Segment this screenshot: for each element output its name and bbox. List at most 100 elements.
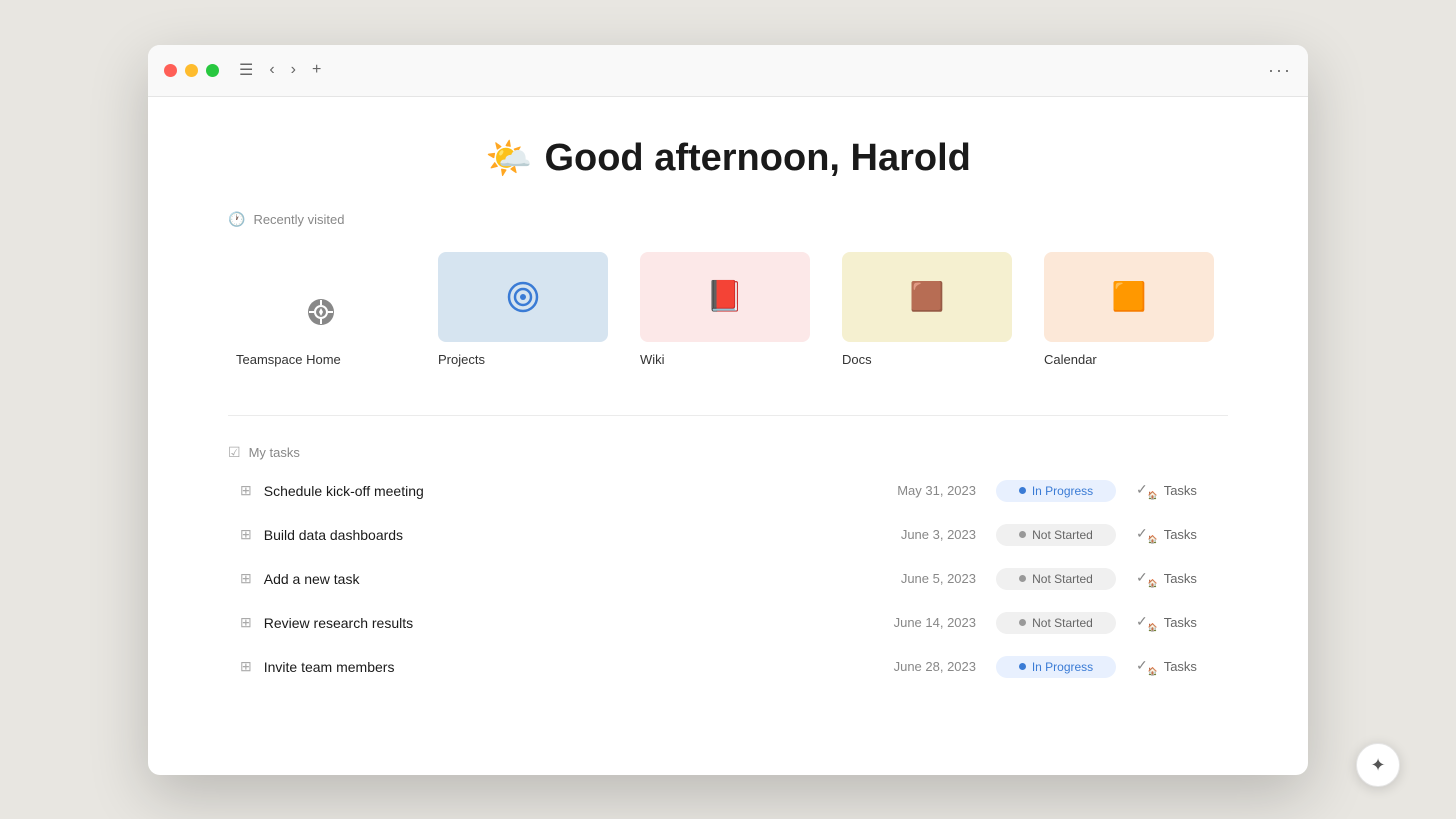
projects-thumb <box>438 252 608 342</box>
section-divider <box>228 415 1228 416</box>
status-dot <box>1019 619 1026 626</box>
cards-row: Teamspace Home Projects <box>228 244 1228 375</box>
main-content: 🌤️ Good afternoon, Harold 🕐 Recently vis… <box>148 97 1308 775</box>
card-teamspace[interactable]: Teamspace Home <box>228 274 414 375</box>
source-label: Tasks <box>1164 615 1197 630</box>
projects-label: Projects <box>438 352 485 367</box>
task-type-icon: ⊞ <box>240 570 252 587</box>
clock-icon: 🕐 <box>228 211 245 228</box>
status-badge: In Progress <box>996 656 1116 678</box>
status-dot <box>1019 575 1026 582</box>
add-page-icon[interactable]: + <box>308 57 325 83</box>
app-window: ☰ ‹ › + ··· 🌤️ Good afternoon, Harold 🕐 … <box>148 45 1308 775</box>
card-docs[interactable]: 🟫 Docs <box>834 244 1020 375</box>
task-row[interactable]: ⊞ Build data dashboards June 3, 2023 Not… <box>228 513 1228 557</box>
status-dot <box>1019 531 1026 538</box>
task-date: June 5, 2023 <box>876 571 976 586</box>
fab-button[interactable]: ✦ <box>1356 743 1400 787</box>
fab-icon: ✦ <box>1370 755 1385 776</box>
greeting-text: Good afternoon, Harold <box>544 137 970 180</box>
task-list: ⊞ Schedule kick-off meeting May 31, 2023… <box>228 469 1228 689</box>
fullscreen-button[interactable] <box>206 64 219 77</box>
teamspace-label: Teamspace Home <box>236 352 341 367</box>
task-type-icon: ⊞ <box>240 658 252 675</box>
traffic-lights <box>164 64 219 77</box>
card-projects[interactable]: Projects <box>430 244 616 375</box>
close-button[interactable] <box>164 64 177 77</box>
titlebar-nav: ☰ ‹ › + <box>235 56 325 84</box>
my-tasks-header: ☑ My tasks <box>228 444 1228 461</box>
check-icon: ✓🏠 <box>1136 569 1158 588</box>
checkbox-icon: ☑ <box>228 444 241 461</box>
card-calendar[interactable]: 🟧 Calendar <box>1036 244 1222 375</box>
task-name: Invite team members <box>264 659 876 675</box>
task-row[interactable]: ⊞ Review research results June 14, 2023 … <box>228 601 1228 645</box>
status-text: Not Started <box>1032 616 1093 630</box>
source-label: Tasks <box>1164 527 1197 542</box>
task-source: ✓🏠 Tasks <box>1136 613 1216 632</box>
teamspace-thumb <box>236 282 406 342</box>
card-wiki[interactable]: 📕 Wiki <box>632 244 818 375</box>
check-icon: ✓🏠 <box>1136 525 1158 544</box>
forward-icon[interactable]: › <box>287 57 300 83</box>
back-icon[interactable]: ‹ <box>265 57 278 83</box>
task-name: Schedule kick-off meeting <box>264 483 876 499</box>
titlebar: ☰ ‹ › + ··· <box>148 45 1308 97</box>
status-text: Not Started <box>1032 572 1093 586</box>
recently-visited-text: Recently visited <box>253 212 344 227</box>
docs-thumb: 🟫 <box>842 252 1012 342</box>
task-name: Add a new task <box>264 571 876 587</box>
task-date: June 3, 2023 <box>876 527 976 542</box>
compass-icon <box>307 298 335 326</box>
task-source: ✓🏠 Tasks <box>1136 481 1216 500</box>
greeting-title: 🌤️ Good afternoon, Harold <box>228 137 1228 181</box>
task-row[interactable]: ⊞ Schedule kick-off meeting May 31, 2023… <box>228 469 1228 513</box>
task-row[interactable]: ⊞ Add a new task June 5, 2023 Not Starte… <box>228 557 1228 601</box>
my-tasks-label: My tasks <box>249 445 300 460</box>
calendar-thumb: 🟧 <box>1044 252 1214 342</box>
status-text: Not Started <box>1032 528 1093 542</box>
wiki-label: Wiki <box>640 352 665 367</box>
wiki-thumb: 📕 <box>640 252 810 342</box>
greeting-section: 🌤️ Good afternoon, Harold <box>228 97 1228 211</box>
docs-icon: 🟫 <box>910 280 945 313</box>
task-date: June 14, 2023 <box>876 615 976 630</box>
status-badge: In Progress <box>996 480 1116 502</box>
task-date: June 28, 2023 <box>876 659 976 674</box>
menu-icon[interactable]: ☰ <box>235 56 257 84</box>
status-badge: Not Started <box>996 612 1116 634</box>
more-button[interactable]: ··· <box>1268 60 1292 81</box>
task-type-icon: ⊞ <box>240 482 252 499</box>
status-badge: Not Started <box>996 524 1116 546</box>
task-date: May 31, 2023 <box>876 483 976 498</box>
greeting-emoji: 🌤️ <box>485 137 532 181</box>
status-dot <box>1019 487 1026 494</box>
task-name: Review research results <box>264 615 876 631</box>
wiki-book-icon: 📕 <box>706 279 743 314</box>
task-row[interactable]: ⊞ Invite team members June 28, 2023 In P… <box>228 645 1228 689</box>
task-type-icon: ⊞ <box>240 614 252 631</box>
check-icon: ✓🏠 <box>1136 657 1158 676</box>
status-text: In Progress <box>1032 660 1093 674</box>
recently-visited-label: 🕐 Recently visited <box>228 211 1228 228</box>
task-source: ✓🏠 Tasks <box>1136 657 1216 676</box>
check-icon: ✓🏠 <box>1136 613 1158 632</box>
target-icon <box>507 281 539 313</box>
source-label: Tasks <box>1164 659 1197 674</box>
my-tasks-section: ☑ My tasks ⊞ Schedule kick-off meeting M… <box>228 444 1228 689</box>
status-text: In Progress <box>1032 484 1093 498</box>
calendar-icon: 🟧 <box>1112 280 1147 313</box>
minimize-button[interactable] <box>185 64 198 77</box>
status-badge: Not Started <box>996 568 1116 590</box>
task-source: ✓🏠 Tasks <box>1136 525 1216 544</box>
check-icon: ✓🏠 <box>1136 481 1158 500</box>
status-dot <box>1019 663 1026 670</box>
task-source: ✓🏠 Tasks <box>1136 569 1216 588</box>
task-name: Build data dashboards <box>264 527 876 543</box>
task-type-icon: ⊞ <box>240 526 252 543</box>
source-label: Tasks <box>1164 483 1197 498</box>
recently-visited-section: 🕐 Recently visited <box>228 211 1228 375</box>
source-label: Tasks <box>1164 571 1197 586</box>
calendar-label: Calendar <box>1044 352 1097 367</box>
docs-label: Docs <box>842 352 872 367</box>
